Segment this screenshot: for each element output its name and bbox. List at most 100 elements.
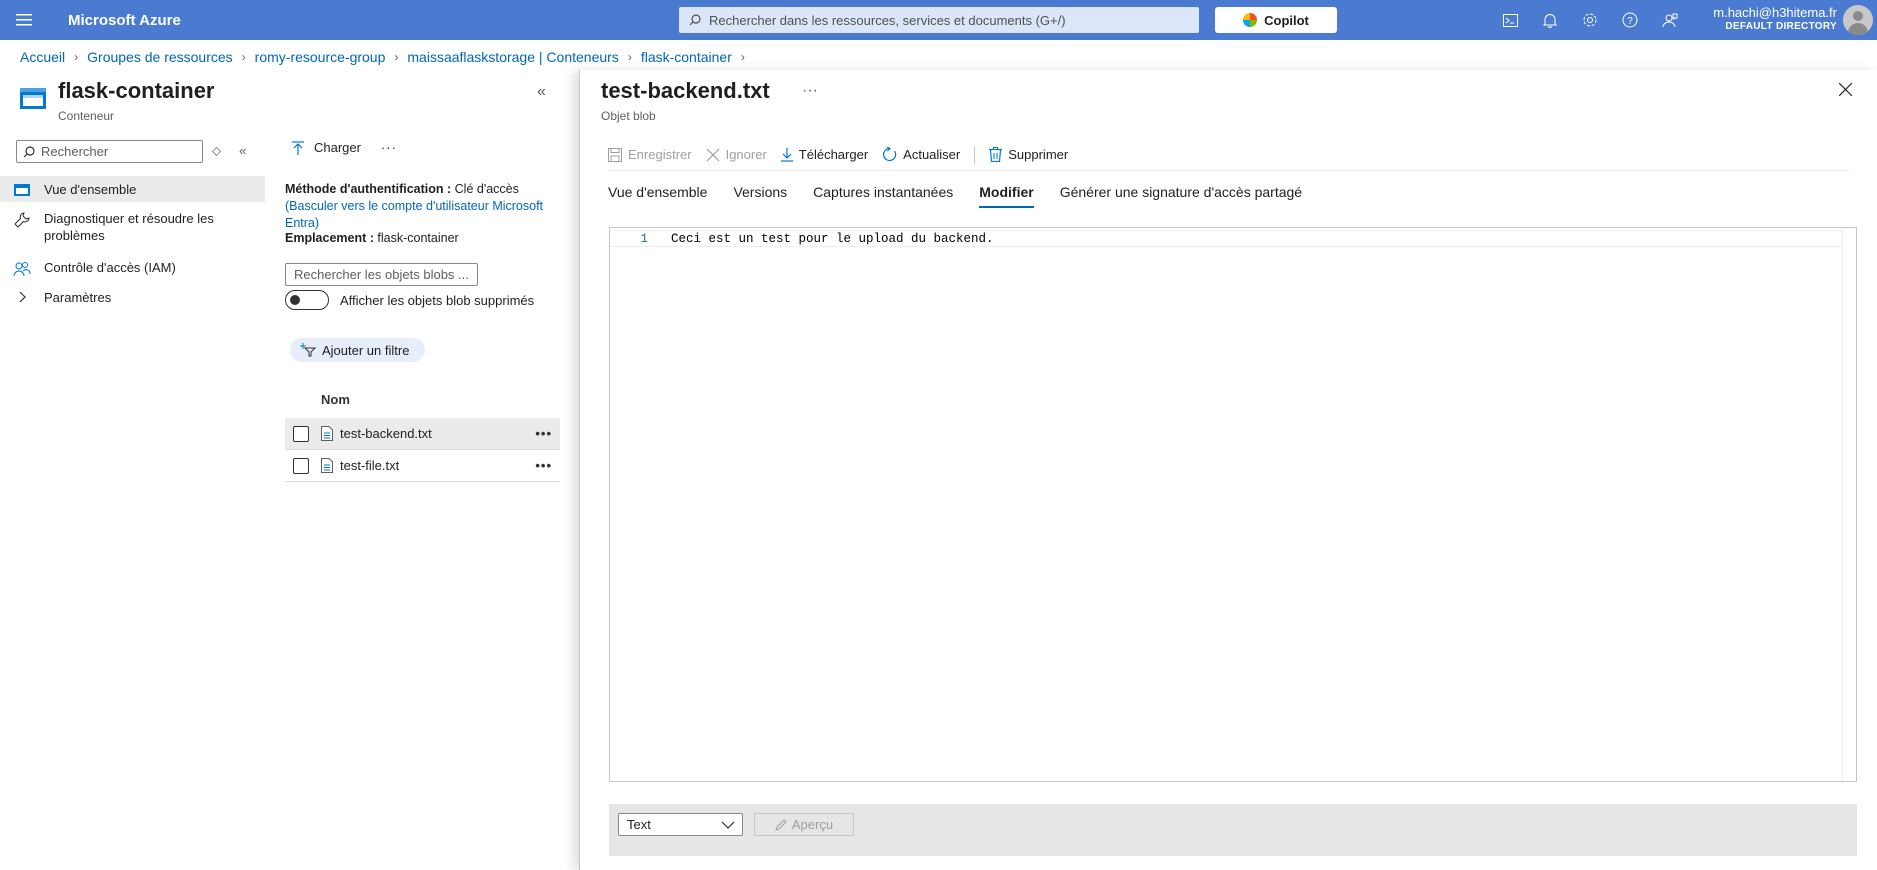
blob-name[interactable]: test-file.txt (340, 458, 399, 473)
trash-icon (989, 147, 1003, 162)
upload-label: Charger (314, 140, 361, 155)
breadcrumb-item-resource-groups[interactable]: Groupes de ressources (87, 49, 233, 65)
sort-icon[interactable]: ⬦ (212, 143, 221, 159)
chevron-right-icon: › (74, 50, 79, 64)
add-filter-label: Ajouter un filtre (322, 342, 410, 358)
command-bar: Enregistrer Ignorer Télécharger Actualis… (608, 139, 1850, 171)
copilot-label: Copilot (1264, 12, 1309, 28)
search-icon (689, 14, 701, 26)
save-icon (608, 147, 622, 162)
download-label: Télécharger (798, 147, 869, 162)
svg-text:?: ? (1627, 16, 1633, 27)
global-search-placeholder: Rechercher dans les ressources, services… (709, 12, 1066, 28)
collapse-menu-icon[interactable]: « (239, 143, 246, 159)
preview-label: Aperçu (791, 817, 834, 832)
language-select[interactable]: Text (618, 813, 743, 836)
top-bar: Microsoft Azure Rechercher dans les ress… (0, 0, 1877, 40)
container-icon (0, 181, 44, 197)
sidebar-item-overview[interactable]: Vue d'ensemble (0, 176, 265, 202)
row-checkbox[interactable] (293, 425, 309, 442)
help-icon[interactable]: ? (1610, 0, 1650, 40)
blob-name[interactable]: test-backend.txt (340, 426, 432, 441)
blade-title: test-backend.txt (601, 78, 770, 103)
sidebar-item-diagnose[interactable]: Diagnostiquer et résoudre les problèmes (0, 210, 265, 244)
location-value: flask-container (377, 231, 459, 245)
page-subtitle: Conteneur (58, 109, 115, 123)
breadcrumb: Accueil › Groupes de ressources › romy-res… (20, 49, 754, 65)
sidebar-item-label: Contrôle d'accès (IAM) (44, 260, 176, 275)
filter-icon (300, 343, 316, 357)
copilot-button[interactable]: Copilot (1215, 7, 1337, 33)
file-icon (321, 458, 333, 473)
chevron-right-icon: › (394, 50, 399, 64)
breadcrumb-item-accueil[interactable]: Accueil (20, 49, 65, 65)
blob-search-input[interactable]: Rechercher les objets blobs ... (285, 263, 478, 286)
row-more-icon[interactable]: ••• (535, 426, 552, 441)
sidebar-item-iam[interactable]: Contrôle d'accès (IAM) (0, 259, 265, 277)
close-icon[interactable] (1838, 82, 1853, 101)
code-editor[interactable]: 1 Ceci est un test pour le upload du bac… (609, 227, 1857, 782)
collapse-pane-icon[interactable]: « (537, 83, 546, 101)
more-options-icon[interactable]: ··· (381, 140, 397, 155)
breadcrumb-item-resource-group[interactable]: romy-resource-group (255, 49, 386, 65)
feedback-icon[interactable] (1650, 0, 1690, 40)
delete-button[interactable]: Supprimer (989, 147, 1068, 162)
upload-icon (292, 140, 304, 155)
discard-label: Ignorer (725, 147, 767, 162)
breadcrumb-item-container[interactable]: flask-container (641, 49, 732, 65)
editor-footer: Text Aperçu (609, 804, 1857, 856)
switch-to-entra-link[interactable]: (Basculer vers le compte d'utilisateur M… (285, 199, 543, 230)
upload-button[interactable]: Charger (292, 140, 361, 155)
row-more-icon[interactable]: ••• (535, 458, 552, 473)
show-deleted-toggle[interactable] (285, 290, 329, 310)
tab-snapshots[interactable]: Captures instantanées (813, 184, 953, 208)
add-filter-button[interactable]: Ajouter un filtre (290, 338, 426, 362)
editor-line-content[interactable]: Ceci est un test pour le upload du backe… (671, 232, 994, 246)
cloud-shell-icon[interactable] (1490, 0, 1530, 40)
more-options-icon[interactable]: ··· (802, 82, 818, 100)
search-icon (23, 145, 35, 157)
download-icon (780, 147, 793, 162)
table-row[interactable]: test-backend.txt ••• (285, 418, 560, 450)
editor-scrollbar[interactable] (1842, 228, 1856, 781)
table-row[interactable]: test-file.txt ••• (285, 450, 560, 482)
auth-value: Clé d'accès (454, 182, 519, 196)
refresh-button[interactable]: Actualiser (882, 147, 960, 162)
brand-title[interactable]: Microsoft Azure (68, 12, 181, 29)
global-search-input[interactable]: Rechercher dans les ressources, services… (679, 7, 1199, 33)
nav-search-input[interactable]: Rechercher (16, 140, 203, 163)
tab-generate-sas[interactable]: Générer une signature d'accès partagé (1060, 184, 1302, 208)
account-directory: DEFAULT DIRECTORY (1725, 21, 1837, 32)
preview-button[interactable]: Aperçu (754, 813, 854, 836)
chevron-right-icon: › (627, 50, 632, 64)
save-label: Enregistrer (628, 147, 692, 162)
bell-icon[interactable] (1530, 0, 1570, 40)
hamburger-icon[interactable] (0, 0, 48, 40)
save-button[interactable]: Enregistrer (608, 147, 692, 162)
show-deleted-label: Afficher les objets blob supprimés (340, 292, 535, 308)
blob-blade: test-backend.txt ··· Objet blob Enregist… (579, 70, 1877, 870)
blade-subtitle: Objet blob (601, 109, 656, 123)
tab-edit[interactable]: Modifier (979, 184, 1034, 208)
download-button[interactable]: Télécharger (780, 147, 869, 162)
account-email: m.hachi@h3hitema.fr (1713, 5, 1837, 20)
wrench-icon (0, 210, 44, 228)
delete-label: Supprimer (1008, 147, 1069, 162)
row-checkbox[interactable] (293, 457, 309, 474)
tab-versions[interactable]: Versions (733, 184, 787, 208)
chevron-down-icon (721, 821, 735, 829)
copilot-icon (1243, 13, 1258, 27)
sidebar-item-label: Diagnostiquer et résoudre les problèmes (44, 211, 214, 243)
avatar[interactable] (1843, 5, 1873, 35)
tab-overview[interactable]: Vue d'ensemble (608, 184, 707, 208)
refresh-label: Actualiser (903, 147, 961, 162)
discard-button[interactable]: Ignorer (706, 147, 767, 162)
sidebar-item-label: Vue d'ensemble (44, 181, 137, 197)
chevron-right-icon: › (241, 50, 246, 64)
column-header-name[interactable]: Nom (321, 392, 350, 407)
nav-search-placeholder: Rechercher (41, 144, 109, 159)
account-menu[interactable]: m.hachi@h3hitema.fr DEFAULT DIRECTORY (1713, 5, 1837, 32)
breadcrumb-item-storage[interactable]: maissaaflaskstorage | Conteneurs (407, 49, 618, 65)
sidebar-item-settings[interactable]: Paramètres (0, 289, 265, 306)
gear-icon[interactable] (1570, 0, 1610, 40)
